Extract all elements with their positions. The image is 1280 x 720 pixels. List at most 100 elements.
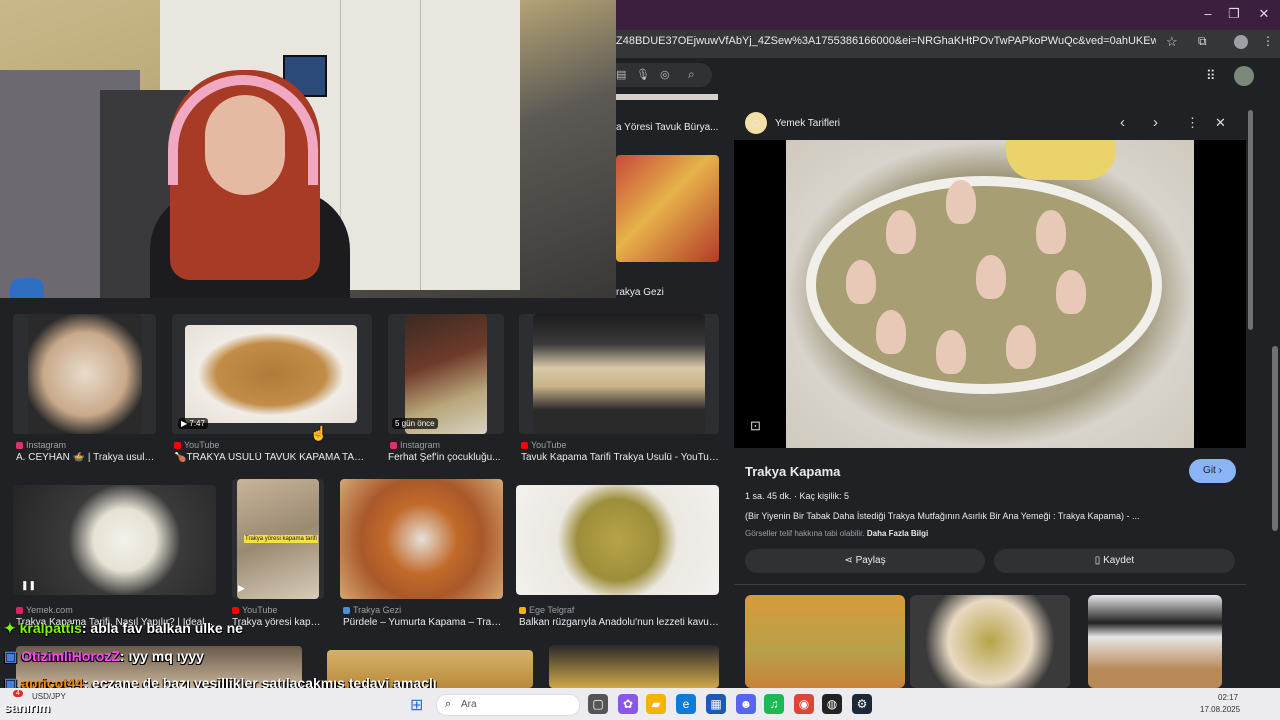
- store-icon[interactable]: ▦: [706, 694, 726, 714]
- minimize-button[interactable]: –: [1196, 6, 1220, 21]
- restore-button[interactable]: ❐: [1222, 6, 1246, 22]
- more-options-icon[interactable]: ⋮: [1186, 115, 1199, 131]
- visit-button[interactable]: Git ›: [1189, 459, 1236, 483]
- bookmark-icon: ▯: [1094, 555, 1101, 566]
- result-tile[interactable]: [340, 479, 503, 599]
- result-source: Yemek.com: [16, 605, 73, 615]
- related-image[interactable]: [745, 595, 905, 688]
- share-icon: ⋖: [844, 555, 853, 566]
- result-source: Instagram: [390, 440, 440, 450]
- search-toolbar: [616, 60, 1280, 94]
- windows-start-icon[interactable]: ⊞: [410, 695, 423, 715]
- edge-icon[interactable]: e: [676, 694, 696, 714]
- task-view-icon[interactable]: ▢: [588, 694, 608, 714]
- result-tile[interactable]: [519, 314, 719, 434]
- result-tile[interactable]: Trakya yöresi kapama tarifi ▶: [232, 479, 324, 599]
- close-panel-icon[interactable]: ✕: [1215, 115, 1226, 131]
- hero-jug: [1006, 140, 1116, 180]
- result-title[interactable]: Balkan rüzgarıyla Anadolu'nun lezzeti ka…: [519, 617, 719, 628]
- profile-avatar[interactable]: [1234, 35, 1248, 49]
- panel-source-name[interactable]: Yemek Tarifleri: [775, 118, 840, 129]
- result-thumb-pizza[interactable]: [616, 155, 719, 262]
- webcam-cup: [10, 278, 44, 298]
- play-icon: ❚❚: [21, 580, 37, 590]
- keyboard-icon[interactable]: ▤: [616, 68, 626, 81]
- chrome-icon[interactable]: ◉: [794, 694, 814, 714]
- taskbar: [0, 688, 1280, 720]
- lens-icon[interactable]: ◎: [660, 68, 670, 81]
- lens-search-icon[interactable]: ⊡: [750, 418, 761, 434]
- clock-date[interactable]: 17.08.2025: [1200, 705, 1240, 714]
- save-button[interactable]: ▯ Kaydet: [994, 549, 1235, 573]
- chat-badge-icon: ▣: [4, 648, 18, 664]
- hero-chicken-leg: [946, 180, 976, 224]
- account-avatar[interactable]: [1234, 66, 1254, 86]
- discord-icon[interactable]: ☻: [736, 694, 756, 714]
- related-image[interactable]: [910, 595, 1070, 688]
- result-title[interactable]: Ferhat Şef'in çocukluğu...: [388, 452, 504, 463]
- hero-chicken-leg: [846, 260, 876, 304]
- next-icon[interactable]: ›: [1153, 114, 1158, 131]
- chat-message: ▣ OtizimliHorozZ: ıyy mq ıyyy: [4, 648, 204, 664]
- result-title[interactable]: Trakya yöresi kapa...: [232, 617, 324, 628]
- panel-title[interactable]: Trakya Kapama: [745, 464, 840, 479]
- main-dish-image[interactable]: [786, 140, 1194, 448]
- hero-chicken-leg: [876, 310, 906, 354]
- result-tile[interactable]: 5 gün önce: [388, 314, 504, 434]
- learn-more-link[interactable]: Daha Fazla Bilgi: [867, 529, 928, 538]
- search-icon[interactable]: ⌕: [688, 67, 695, 82]
- related-image[interactable]: [1088, 595, 1222, 688]
- page-scrollbar[interactable]: [1270, 96, 1280, 688]
- result-source: Ege Telgraf: [519, 605, 574, 615]
- chevron-right-icon: ›: [1218, 465, 1222, 476]
- obs-icon[interactable]: ◍: [822, 694, 842, 714]
- result-tile[interactable]: [13, 314, 156, 434]
- copyright-note: Görseller telif hakkına tabi olabilir. D…: [745, 529, 929, 538]
- partial-result-title[interactable]: a Yöresi Tavuk Bürya...: [616, 122, 720, 133]
- bookmark-star-icon[interactable]: ☆: [1166, 34, 1178, 50]
- result-title[interactable]: Tavuk Kapama Tarifi Trakya Usulü - YouTu…: [521, 452, 719, 463]
- hero-chicken-leg: [1006, 325, 1036, 369]
- extensions-icon[interactable]: ⧉: [1198, 34, 1207, 49]
- recipe-duration: 1 sa. 45 dk.: [745, 491, 792, 501]
- result-source: Trakya Gezi: [343, 605, 401, 615]
- share-button[interactable]: ⋖ Paylaş: [745, 549, 985, 573]
- result-tile[interactable]: [516, 485, 719, 595]
- close-window-button[interactable]: ✕: [1252, 6, 1276, 22]
- file-explorer-icon[interactable]: ▰: [646, 694, 666, 714]
- result-source: YouTube: [232, 605, 277, 615]
- hero-chicken-leg: [976, 255, 1006, 299]
- browser-titlebar: [616, 0, 1280, 30]
- panel-divider: [734, 584, 1246, 585]
- copilot-icon[interactable]: ✿: [618, 694, 638, 714]
- result-title[interactable]: 🍗TRAKYA USULÜ TAVUK KAPAMA TARİ...: [174, 452, 370, 463]
- recipe-description: (Bir Yiyenin Bir Tabak Daha İstediği Tra…: [745, 511, 1140, 521]
- hero-chicken-leg: [1056, 270, 1086, 314]
- result-tile[interactable]: ▶ 7:47: [172, 314, 372, 434]
- result-source: YouTube: [174, 440, 219, 450]
- clock-time[interactable]: 02:17: [1218, 693, 1238, 702]
- steam-icon[interactable]: ⚙: [852, 694, 872, 714]
- partial-result-source[interactable]: rakya Gezi: [616, 287, 720, 298]
- browser-menu-icon[interactable]: ⋮: [1262, 34, 1274, 48]
- result-source: YouTube: [521, 440, 566, 450]
- spotify-icon[interactable]: ♫: [764, 694, 784, 714]
- panel-scrollbar[interactable]: [1247, 102, 1255, 682]
- recipe-meta: 1 sa. 45 dk. · Kaç kişilik: 5: [745, 491, 850, 501]
- taskbar-search[interactable]: ⌕ Ara: [436, 694, 580, 716]
- result-tile[interactable]: ❚❚: [13, 485, 216, 595]
- caption-text: sanırım: [4, 700, 51, 715]
- url-text[interactable]: Z48BDUE37OEjwuwVfAbYj_4ZSew%3A1755386166…: [616, 35, 1156, 47]
- apps-grid-icon[interactable]: ⠿: [1206, 68, 1216, 84]
- result-thumb-partial[interactable]: [549, 645, 719, 688]
- wardrobe-seam: [420, 0, 421, 290]
- search-icon: ⌕: [445, 698, 452, 710]
- result-title[interactable]: Pürdele – Yumurta Kapama – Trak...: [343, 617, 503, 628]
- previous-icon[interactable]: ‹: [1120, 114, 1125, 131]
- partial-thumb-top[interactable]: [616, 94, 718, 100]
- hero-chicken-leg: [936, 330, 966, 374]
- microphone-icon[interactable]: 🎙: [636, 68, 650, 81]
- ticker-label[interactable]: USD/JPY: [32, 692, 66, 701]
- result-title[interactable]: A. CEYHAN 🍲 | Trakya usulü...: [16, 452, 158, 463]
- posted-ago-badge: 5 gün önce: [392, 418, 438, 429]
